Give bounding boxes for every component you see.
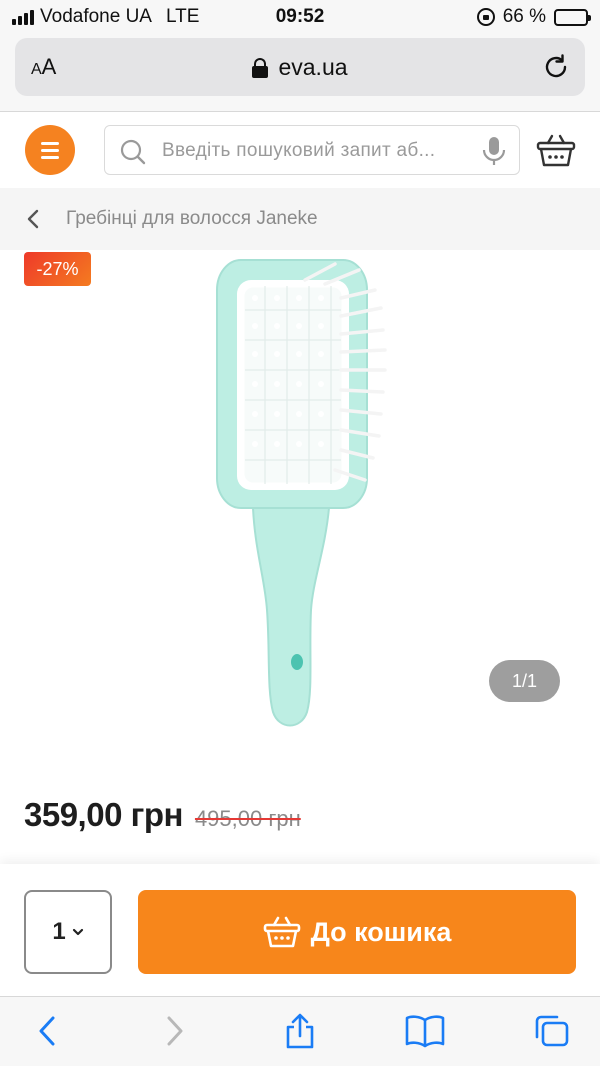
discount-badge: -27% (24, 252, 91, 286)
breadcrumb[interactable]: Гребінці для волосся Janeke (0, 188, 600, 250)
orientation-lock-icon (476, 8, 495, 26)
cart-icon[interactable] (536, 133, 576, 169)
back-icon (39, 1016, 55, 1046)
browser-address-area: AA eva.ua (0, 34, 600, 112)
share-button[interactable] (280, 1013, 320, 1049)
search-icon (120, 139, 146, 165)
breadcrumb-label: Гребінці для волосся Janeke (66, 208, 318, 229)
search-placeholder: Введіть пошуковий запит аб... (162, 140, 436, 161)
url-text: eva.ua (278, 54, 348, 80)
basket-icon (263, 916, 300, 948)
battery-percent: 66 % (502, 6, 546, 27)
search-input[interactable]: Введіть пошуковий запит аб... (104, 125, 520, 175)
tabs-button[interactable] (532, 1013, 572, 1049)
buy-bar: 1 До кошика (0, 864, 600, 996)
reload-icon[interactable] (541, 52, 571, 82)
tabs-icon (535, 1015, 569, 1047)
add-to-cart-button[interactable]: До кошика (138, 890, 576, 974)
site-header: Введіть пошуковий запит аб... (0, 113, 600, 187)
forward-button[interactable] (155, 1013, 195, 1049)
chevron-down-icon (72, 928, 83, 936)
add-to-cart-label: До кошика (310, 916, 452, 947)
back-button[interactable] (27, 1013, 67, 1049)
forward-icon (167, 1016, 183, 1046)
price-old: 495,00 грн (194, 806, 301, 831)
microphone-icon[interactable] (481, 136, 507, 166)
bookmarks-button[interactable] (405, 1013, 445, 1049)
quantity-value: 1 (52, 918, 66, 945)
browser-toolbar (0, 996, 600, 1066)
status-bar: Vodafone UA LTE 09:52 66 % (0, 0, 600, 34)
price-current: 359,00 грн (24, 796, 183, 833)
chevron-left-icon (27, 209, 39, 229)
url-display[interactable]: eva.ua (15, 54, 585, 81)
image-counter: 1/1 (489, 660, 560, 702)
status-right: 66 % (476, 6, 591, 28)
share-icon (286, 1013, 314, 1049)
quantity-select[interactable]: 1 (24, 890, 112, 974)
product-gallery[interactable]: -27% 1/1 (0, 250, 600, 760)
padlock-icon (252, 57, 269, 78)
product-image[interactable] (175, 250, 410, 742)
menu-button[interactable] (25, 125, 75, 175)
address-bar[interactable]: AA eva.ua (15, 38, 585, 96)
price-row: 359,00 грн 495,00 грн (24, 796, 301, 834)
hamburger-icon (41, 141, 59, 145)
bookmarks-icon (405, 1015, 445, 1048)
battery-icon (554, 8, 591, 26)
